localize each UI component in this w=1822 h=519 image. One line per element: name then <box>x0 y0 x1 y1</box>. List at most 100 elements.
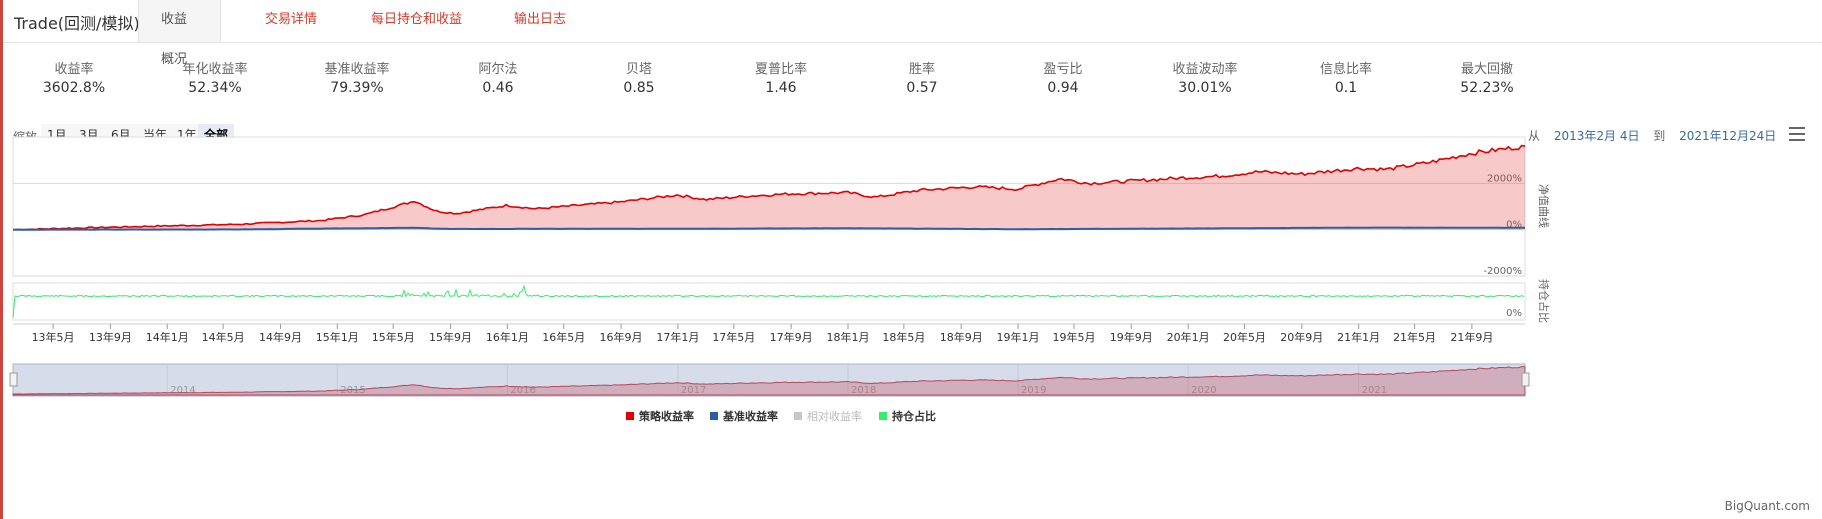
metric-label: 收益率 <box>54 62 94 77</box>
y-tick-label: 2000% <box>1487 173 1522 184</box>
y-tick-label: -2000% <box>1483 266 1522 277</box>
metric-annual-return: 年化收益率 52.34% <box>135 58 295 96</box>
metric-win-rate: 胜率 0.57 <box>842 58 1002 96</box>
zoom-ytd-button[interactable]: 当年 <box>137 124 174 146</box>
x-tick-label: 16年5月 <box>542 330 585 344</box>
navigator-year-label: 2020 <box>1191 385 1216 396</box>
metric-label: 阿尔法 <box>478 62 518 77</box>
metric-beta: 贝塔 0.85 <box>559 58 719 96</box>
pane-title: 持仓占比 <box>1537 279 1551 323</box>
legend-item: 相对收益率 <box>807 409 862 423</box>
metric-value: 1.46 <box>765 80 797 96</box>
tab-trade-details[interactable]: 交易详情 <box>243 0 339 42</box>
x-tick-label: 13年5月 <box>32 330 75 344</box>
metric-volatility: 收益波动率 30.01% <box>1125 58 1285 96</box>
zoom-6m-button[interactable]: 6月 <box>105 124 137 146</box>
metric-label: 最大回撤 <box>1460 62 1513 77</box>
metric-return: 收益率 3602.8% <box>0 58 154 96</box>
metric-benchmark-return: 基准收益率 79.39% <box>277 58 437 96</box>
metric-value: 0.85 <box>623 80 655 96</box>
x-tick-label: 15年5月 <box>372 330 415 344</box>
x-tick-label: 17年5月 <box>712 330 755 344</box>
net-value-pane: 2000% 0% -2000% 净值曲线 <box>12 136 1551 277</box>
date-to-label: 到 <box>1653 129 1666 143</box>
metric-value: 3602.8% <box>42 80 106 96</box>
chart-legend: 策略收益率 基准收益率 相对收益率 持仓占比 <box>626 409 936 423</box>
date-range: 从 2013年2月 4日 到 2021年12月24日 <box>1528 127 1776 144</box>
x-tick-label: 14年9月 <box>259 330 302 344</box>
navigator[interactable]: 2014 2015 2016 2017 2018 2019 2020 2021 <box>9 363 1530 397</box>
x-tick-label: 14年5月 <box>202 330 245 344</box>
tab-daily-positions[interactable]: 每日持仓和收益 <box>349 0 484 42</box>
menu-icon[interactable] <box>1789 127 1805 141</box>
legend-marker <box>710 412 718 420</box>
navigator-year-label: 2015 <box>340 385 365 396</box>
metric-alpha: 阿尔法 0.46 <box>418 58 578 96</box>
x-tick-label: 15年9月 <box>429 330 472 344</box>
metric-label: 收益波动率 <box>1172 62 1238 77</box>
x-tick-label: 20年1月 <box>1167 330 1210 344</box>
header-bar: Trade(回测/模拟) 收益概况 交易详情 每日持仓和收益 输出日志 <box>3 0 1822 67</box>
metric-value: 79.39% <box>330 80 384 96</box>
x-tick-label: 21年1月 <box>1337 330 1380 344</box>
x-tick-label: 19年1月 <box>997 330 1040 344</box>
metric-value: 30.01% <box>1178 80 1232 96</box>
y-tick-label: 0% <box>1506 220 1522 231</box>
strategy-line <box>12 144 1526 231</box>
metric-label: 基准收益率 <box>324 62 390 77</box>
date-to-input[interactable]: 2021年12月24日 <box>1679 129 1776 143</box>
zoom-all-button[interactable]: 全部 <box>198 124 235 146</box>
plot-frame <box>12 282 1526 321</box>
metric-label: 年化收益率 <box>182 62 248 77</box>
x-tick-label: 20年9月 <box>1280 330 1323 344</box>
legend-marker <box>879 412 887 420</box>
navigator-handle <box>9 372 18 387</box>
metric-sharpe: 夏普比率 1.46 <box>701 58 861 96</box>
metric-value: 0.57 <box>906 80 938 96</box>
tab-output-log[interactable]: 输出日志 <box>492 0 588 42</box>
zoom-1m-button[interactable]: 1月 <box>41 124 73 146</box>
navigator-year-label: 2018 <box>851 385 876 396</box>
x-tick-label: 16年9月 <box>600 330 643 344</box>
app-title: Trade(回测/模拟) <box>14 14 140 33</box>
x-tick-label: 17年1月 <box>656 330 699 344</box>
x-tick-label: 16年1月 <box>486 330 529 344</box>
navigator-series <box>12 365 1526 396</box>
metric-label: 信息比率 <box>1319 62 1372 77</box>
x-tick-label: 14年1月 <box>146 330 189 344</box>
metric-label: 胜率 <box>908 62 935 77</box>
x-tick-label: 21年5月 <box>1393 330 1436 344</box>
benchmark-line <box>13 226 1525 231</box>
metrics-row: 收益率 3602.8% 年化收益率 52.34% 基准收益率 79.39% 阿尔法 0.… <box>0 58 1822 98</box>
metric-value: 0.46 <box>482 80 514 96</box>
metric-value: 52.23% <box>1460 80 1514 96</box>
metric-value: 52.34% <box>188 80 242 96</box>
metric-value: 0.1 <box>1334 80 1358 96</box>
date-from-input[interactable]: 2013年2月 4日 <box>1554 129 1640 143</box>
x-tick-label: 18年9月 <box>940 330 983 344</box>
strategy-area <box>13 145 1525 230</box>
x-tick-label: 15年1月 <box>316 330 359 344</box>
brand-footer: BigQuant.com <box>1724 499 1810 513</box>
pane-title: 净值曲线 <box>1537 184 1551 228</box>
x-tick-label: 13年9月 <box>89 330 132 344</box>
legend-item: 策略收益率 <box>638 409 694 423</box>
x-axis: 13年5月 13年9月 14年1月 14年5月 14年9月 15年1月 15年5月 15年9月… <box>13 323 1525 344</box>
navigator-window <box>12 363 1526 397</box>
x-tick-label: 19年5月 <box>1052 330 1095 344</box>
metric-value: 0.94 <box>1047 80 1079 96</box>
metric-max-drawdown: 最大回撤 52.23% <box>1407 58 1567 96</box>
tab-overview[interactable]: 收益概况 <box>138 0 221 67</box>
navigator-year-label: 2017 <box>681 385 706 396</box>
navigator-year-label: 2016 <box>510 385 535 396</box>
x-tick-label: 20年5月 <box>1223 330 1266 344</box>
x-tick-label: 18年5月 <box>882 330 925 344</box>
zoom-3m-button[interactable]: 3月 <box>73 124 105 146</box>
date-from-label: 从 <box>1528 129 1541 143</box>
x-tick-label: 18年1月 <box>826 330 869 344</box>
legend-marker <box>626 412 634 420</box>
metric-information-ratio: 信息比率 0.1 <box>1266 58 1426 96</box>
navigator-year-label: 2019 <box>1021 385 1046 396</box>
metric-label: 贝塔 <box>625 62 652 77</box>
legend-item: 基准收益率 <box>722 409 778 423</box>
